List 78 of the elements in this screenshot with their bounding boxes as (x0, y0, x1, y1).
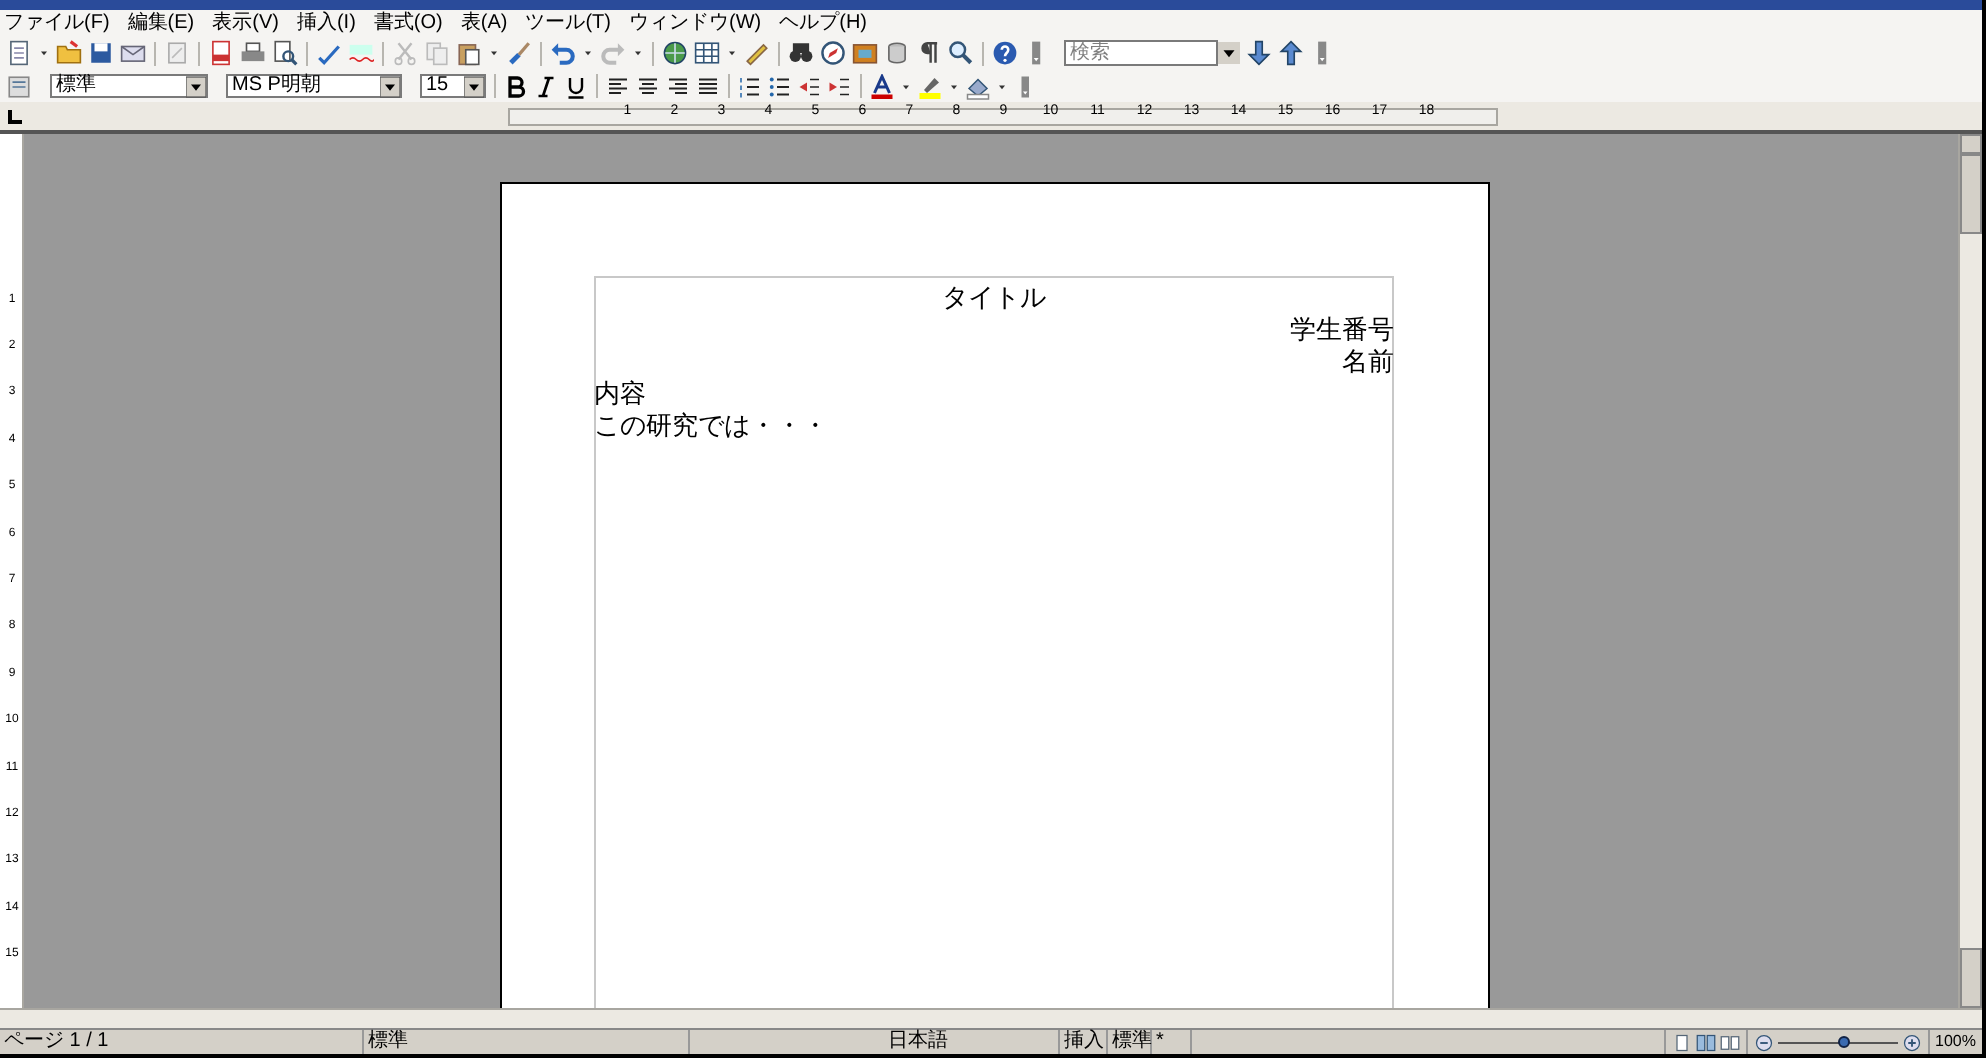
dropdown-icon[interactable] (1218, 40, 1240, 66)
language: 日本語 (888, 1032, 948, 1052)
vertical-scrollbar[interactable] (1958, 134, 1982, 1008)
document-text: タイトル (942, 282, 1046, 312)
globe-icon[interactable] (662, 40, 688, 66)
italic-icon[interactable] (534, 73, 558, 99)
menu-item[interactable]: 表(A) (460, 13, 508, 33)
menu-item[interactable]: ウィンドウ(W) (629, 13, 762, 33)
insert-mode: 挿入 (1064, 1032, 1104, 1052)
zoom-percentage: 100% (1935, 1034, 1976, 1050)
printer-icon[interactable] (240, 40, 266, 66)
paragraph-style-select-text: 標準 (54, 76, 98, 96)
modified-indicator: * (1156, 1032, 1164, 1052)
two-page-view-icon[interactable] (1695, 1029, 1716, 1054)
dropdown-icon[interactable] (380, 73, 400, 99)
new-document-icon[interactable] (6, 40, 32, 66)
background-color-icon[interactable] (966, 73, 990, 99)
bulleted-list-icon[interactable] (768, 73, 792, 99)
highlighter-icon[interactable] (918, 73, 942, 99)
menu-item[interactable]: 表示(V) (212, 13, 279, 33)
database-icon[interactable] (884, 40, 910, 66)
mail-icon[interactable] (120, 40, 146, 66)
align-center-icon[interactable] (636, 73, 660, 99)
zoom-slider-thumb[interactable] (1837, 1035, 1850, 1047)
document-text: 名前 (1342, 346, 1394, 376)
single-page-view-icon[interactable] (1671, 1029, 1692, 1054)
increase-indent-icon[interactable] (828, 73, 852, 99)
page-style: 標準 (368, 1032, 408, 1052)
paragraph-style-select[interactable]: 標準 (50, 74, 208, 98)
document-text: 学生番号 (1290, 314, 1394, 344)
find-next-icon[interactable] (1246, 40, 1272, 66)
menu-item[interactable]: ヘルプ(H) (779, 13, 867, 33)
compass-icon[interactable] (820, 40, 846, 66)
zoom-out-icon[interactable] (1753, 1029, 1774, 1054)
justify-icon[interactable] (696, 73, 720, 99)
page-count: ページ 1 / 1 (4, 1032, 109, 1052)
menu-item[interactable]: 編集(E) (127, 13, 195, 33)
pencil-icon[interactable] (744, 40, 770, 66)
binoculars-icon[interactable] (788, 40, 814, 66)
dropdown-icon[interactable] (186, 73, 206, 99)
menu-item[interactable]: 挿入(I) (296, 13, 356, 33)
ruler-corner-icon[interactable] (8, 109, 22, 123)
font-name-select[interactable]: MS P明朝 (226, 74, 402, 98)
undo-icon[interactable] (550, 40, 576, 66)
save-icon[interactable] (88, 40, 114, 66)
styles-icon[interactable] (6, 73, 32, 99)
paste-icon[interactable] (456, 40, 482, 66)
menu-item[interactable]: 書式(O) (373, 13, 443, 33)
spellcheck-icon[interactable] (316, 40, 342, 66)
format-brush-icon[interactable] (506, 40, 532, 66)
zoom-in-icon[interactable] (1901, 1029, 1922, 1054)
font-size-select-text: 15 (424, 76, 451, 96)
gallery-icon[interactable] (852, 40, 878, 66)
menu-item[interactable]: ファイル(F) (4, 13, 110, 33)
align-left-icon[interactable] (606, 73, 630, 99)
spellcheck-underline-icon[interactable] (348, 40, 374, 66)
document-text: 内容 (594, 378, 646, 408)
font-size-select[interactable]: 15 (420, 74, 486, 98)
help-icon[interactable] (992, 40, 1018, 66)
font-name-select-text: MS P明朝 (230, 76, 323, 96)
pilcrow-icon[interactable] (916, 40, 942, 66)
numbered-list-icon[interactable] (738, 73, 762, 99)
decrease-indent-icon[interactable] (798, 73, 822, 99)
menu-item[interactable]: ツール(T) (525, 13, 611, 33)
table-icon[interactable] (694, 40, 720, 66)
find-previous-icon[interactable] (1278, 40, 1304, 66)
underline-icon[interactable] (564, 73, 588, 99)
zoom-icon[interactable] (948, 40, 974, 66)
document-text: この研究では・・・ (594, 410, 828, 440)
open-folder-icon[interactable] (56, 40, 82, 66)
pdf-export-icon[interactable] (208, 40, 234, 66)
dropdown-icon[interactable] (464, 73, 484, 99)
print-preview-icon[interactable] (272, 40, 298, 66)
bold-icon[interactable] (504, 73, 528, 99)
search-field[interactable]: 検索 (1064, 40, 1218, 66)
selection-mode: 標準 (1112, 1032, 1152, 1052)
align-right-icon[interactable] (666, 73, 690, 99)
font-color-icon[interactable] (870, 73, 894, 99)
